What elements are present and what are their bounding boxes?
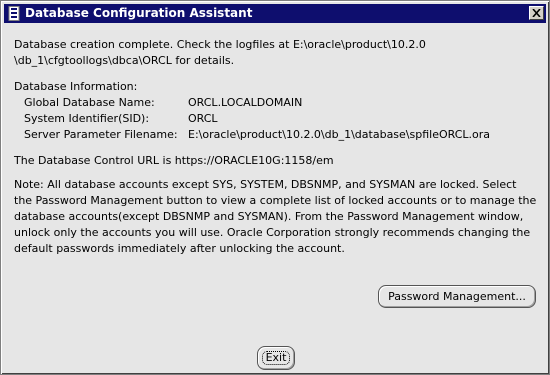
info-row-sid: System Identifier(SID): ORCL xyxy=(14,111,490,127)
info-label: System Identifier(SID): xyxy=(24,112,150,125)
info-label: Global Database Name: xyxy=(24,96,155,109)
control-url-text: The Database Control URL is https://ORAC… xyxy=(14,154,334,167)
info-row-global-db-name: Global Database Name: ORCL.LOCALDOMAIN xyxy=(14,95,490,111)
dbca-dialog-window: Database Configuration Assistant Databas… xyxy=(0,0,550,375)
note-line: default passwords immediately after unlo… xyxy=(14,242,345,255)
note-line: unlock only the accounts you will use. O… xyxy=(14,226,531,239)
info-value: ORCL.LOCALDOMAIN xyxy=(188,96,303,109)
accounts-note: Note: All database accounts except SYS, … xyxy=(14,177,536,257)
info-row-spfile: Server Parameter Filename: E:\oracle\prod… xyxy=(14,127,490,143)
oracle-app-icon xyxy=(8,6,20,21)
completion-message-line-1: Database creation complete. Check the lo… xyxy=(14,38,426,51)
dialog-body: Database creation complete. Check the lo… xyxy=(14,37,490,169)
info-label: Server Parameter Filename: xyxy=(24,128,178,141)
exit-button-label: Exit xyxy=(265,351,287,364)
database-info-heading: Database Information: xyxy=(14,80,138,93)
completion-message-line-2: \db_1\cfgtoollogs\dbca\ORCL for details. xyxy=(14,54,235,67)
note-line: Note: All database accounts except SYS, … xyxy=(14,178,517,191)
close-icon xyxy=(532,9,541,17)
note-line: the Password Management button to view a… xyxy=(14,194,537,207)
window-title: Database Configuration Assistant xyxy=(25,6,253,20)
exit-button[interactable]: Exit xyxy=(257,346,295,370)
info-value: ORCL xyxy=(188,112,218,125)
info-value: E:\oracle\product\10.2.0\db_1\database\s… xyxy=(188,128,491,141)
note-line: database accounts(except DBSNMP and SYSM… xyxy=(14,210,524,223)
close-button[interactable] xyxy=(529,6,544,20)
password-management-button[interactable]: Password Management... xyxy=(378,285,536,308)
title-bar[interactable]: Database Configuration Assistant xyxy=(4,4,546,23)
